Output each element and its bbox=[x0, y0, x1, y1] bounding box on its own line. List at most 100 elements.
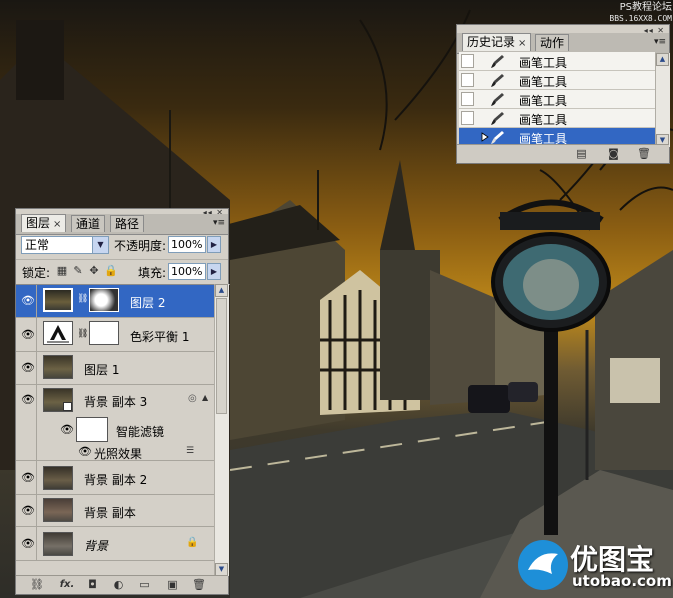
visibility-eye-icon[interactable]: 👁 bbox=[21, 329, 35, 340]
layers-scrollbar[interactable]: ▲ ▼ bbox=[214, 284, 229, 576]
fill-label: 填充: bbox=[138, 266, 167, 280]
trash-icon[interactable]: 🗑 bbox=[192, 579, 206, 590]
scroll-thumb[interactable] bbox=[216, 298, 227, 414]
layer-row-background-copy-2[interactable]: 👁 背景 副本 2 bbox=[16, 461, 214, 495]
layer-mask-thumbnail[interactable] bbox=[89, 321, 119, 345]
trash-icon[interactable]: 🗑 bbox=[637, 148, 651, 159]
history-item-label: 画笔工具 bbox=[519, 113, 568, 127]
visibility-eye-icon[interactable]: 👁 bbox=[21, 538, 35, 549]
layer-row-layer-1[interactable]: 👁 图层 1 bbox=[16, 352, 214, 385]
chevron-down-icon[interactable]: ▼ bbox=[92, 237, 108, 253]
tab-close-icon[interactable]: × bbox=[53, 219, 61, 230]
new-document-from-state-icon[interactable]: ▤ bbox=[575, 148, 588, 159]
lock-image-pixels-icon[interactable]: ✎ bbox=[72, 265, 84, 277]
layer-row-background-copy[interactable]: 👁 背景 副本 bbox=[16, 495, 214, 527]
history-state-pointer-icon[interactable] bbox=[481, 132, 489, 142]
lock-all-icon[interactable]: 🔒 bbox=[104, 265, 118, 277]
layer-name: 图层 1 bbox=[84, 363, 120, 377]
history-snapshot-checkbox[interactable] bbox=[461, 73, 474, 87]
layer-row-layer-2[interactable]: 👁 ⛓ 图层 2 bbox=[16, 285, 214, 318]
fill-slider-button[interactable]: ▶ bbox=[207, 263, 221, 280]
layer-row-background[interactable]: 👁 背景 🔒 bbox=[16, 527, 214, 561]
history-snapshot-checkbox[interactable] bbox=[461, 92, 474, 106]
tab-history[interactable]: 历史记录 × bbox=[462, 33, 532, 51]
new-layer-icon[interactable]: ▣ bbox=[166, 579, 179, 590]
history-snapshot-checkbox[interactable] bbox=[461, 111, 474, 125]
lock-label: 锁定: bbox=[22, 266, 51, 280]
new-group-folder-icon[interactable]: ▭ bbox=[138, 579, 151, 590]
collapse-triangle-icon[interactable]: ▲ bbox=[202, 393, 208, 402]
new-adjustment-layer-icon[interactable]: ◐ bbox=[112, 579, 125, 590]
visibility-eye-icon[interactable]: 👁 bbox=[21, 362, 35, 373]
opacity-slider-button[interactable]: ▶ bbox=[207, 236, 221, 253]
layers-bottom-toolbar: ⛓ fx. ◘ ◐ ▭ ▣ 🗑 bbox=[16, 575, 228, 594]
brush-tool-icon bbox=[491, 112, 504, 125]
layer-name: 背景 bbox=[84, 539, 109, 553]
lock-position-icon[interactable]: ✥ bbox=[88, 265, 100, 277]
layer-mask-thumbnail[interactable] bbox=[89, 288, 119, 312]
history-list: 画笔工具 画笔工具 画笔工具 画笔工具 画笔工具 bbox=[457, 52, 671, 148]
history-snapshot-checkbox[interactable] bbox=[461, 130, 474, 144]
filter-effects-toggle-icon[interactable]: ◎ bbox=[188, 393, 197, 404]
layer-row-color-balance-1[interactable]: 👁 ⛓ 色彩平衡 1 bbox=[16, 318, 214, 352]
history-item[interactable]: 画笔工具 bbox=[459, 109, 655, 128]
visibility-eye-icon[interactable]: 👁 bbox=[21, 472, 35, 483]
history-snapshot-checkbox[interactable] bbox=[461, 54, 474, 68]
brush-tool-icon bbox=[491, 93, 504, 106]
history-tabbar: 历史记录 × 动作 ▾≡ bbox=[457, 33, 669, 54]
visibility-eye-icon[interactable]: 👁 bbox=[21, 394, 35, 405]
smart-object-badge-icon bbox=[63, 402, 72, 411]
link-layers-icon[interactable]: ⛓ bbox=[30, 579, 44, 590]
filter-row-lighting-effects[interactable]: 👁 光照效果 ☰ bbox=[16, 444, 214, 461]
brand-bird-logo-icon bbox=[518, 540, 568, 590]
visibility-eye-icon[interactable]: 👁 bbox=[21, 295, 35, 306]
visibility-eye-icon[interactable]: 👁 bbox=[21, 505, 35, 516]
filter-blending-options-icon[interactable]: ☰ bbox=[186, 446, 194, 456]
lock-fill-row: 锁定: ▦ ✎ ✥ 🔒 填充: 100% ▶ bbox=[16, 259, 228, 284]
forum-watermark-title: PS教程论坛 bbox=[619, 2, 672, 13]
layer-name: 背景 副本 3 bbox=[84, 395, 148, 409]
tab-paths-label: 路径 bbox=[115, 217, 140, 231]
layer-name: 智能滤镜 bbox=[116, 425, 165, 439]
layers-panel: ◂◂ ✕ 图层 × 通道 路径 ▾≡ 正常 ▼ 不透明度: 100% ▶ 锁定: … bbox=[15, 208, 230, 595]
tab-close-icon[interactable]: × bbox=[518, 38, 526, 49]
opacity-field[interactable]: 100% bbox=[168, 236, 206, 253]
layer-thumbnail bbox=[43, 355, 73, 379]
panel-menu-icon[interactable]: ▾≡ bbox=[654, 37, 666, 47]
layer-thumbnail bbox=[43, 498, 73, 522]
scroll-up-icon[interactable]: ▲ bbox=[656, 53, 669, 66]
panel-menu-icon[interactable]: ▾≡ bbox=[213, 218, 225, 228]
lock-transparent-pixels-icon[interactable]: ▦ bbox=[56, 265, 68, 277]
history-scrollbar[interactable]: ▲ ▼ bbox=[655, 53, 670, 147]
blend-mode-select[interactable]: 正常 ▼ bbox=[21, 236, 109, 254]
layer-name: 背景 副本 2 bbox=[84, 473, 148, 487]
fill-field[interactable]: 100% bbox=[168, 263, 206, 280]
mask-link-chain-icon[interactable]: ⛓ bbox=[77, 294, 88, 304]
brush-tool-icon bbox=[491, 131, 504, 144]
scroll-up-icon[interactable]: ▲ bbox=[215, 284, 228, 297]
tab-layers[interactable]: 图层 × bbox=[21, 214, 67, 232]
tab-history-label: 历史记录 bbox=[467, 35, 516, 49]
adjustment-color-balance-icon bbox=[43, 321, 73, 345]
new-snapshot-camera-icon[interactable]: ◙ bbox=[607, 148, 620, 159]
smart-filters-row[interactable]: 👁 智能滤镜 bbox=[16, 416, 214, 444]
history-item[interactable]: 画笔工具 bbox=[459, 52, 655, 71]
mask-link-chain-icon[interactable]: ⛓ bbox=[77, 329, 88, 339]
history-item[interactable]: 画笔工具 bbox=[459, 71, 655, 90]
history-item-label: 画笔工具 bbox=[519, 75, 568, 89]
tab-paths[interactable]: 路径 bbox=[110, 215, 145, 232]
layer-row-background-copy-3[interactable]: 👁 背景 副本 3 ◎ ▲ bbox=[16, 385, 214, 416]
history-item[interactable]: 画笔工具 bbox=[459, 90, 655, 109]
smart-object-thumbnail bbox=[43, 388, 73, 412]
tab-channels-label: 通道 bbox=[76, 217, 101, 231]
add-layer-mask-icon[interactable]: ◘ bbox=[86, 579, 99, 590]
history-item-label: 画笔工具 bbox=[519, 94, 568, 108]
tab-actions[interactable]: 动作 bbox=[535, 34, 570, 51]
brush-tool-icon bbox=[491, 74, 504, 87]
smart-filter-mask-thumbnail[interactable] bbox=[76, 417, 108, 442]
visibility-eye-icon[interactable]: 👁 bbox=[60, 424, 74, 435]
visibility-eye-icon[interactable]: 👁 bbox=[78, 446, 92, 457]
fx-layer-style-icon[interactable]: fx. bbox=[56, 579, 78, 590]
forum-watermark-url: BBS.16XX8.COM bbox=[609, 14, 672, 23]
tab-channels[interactable]: 通道 bbox=[71, 215, 106, 232]
